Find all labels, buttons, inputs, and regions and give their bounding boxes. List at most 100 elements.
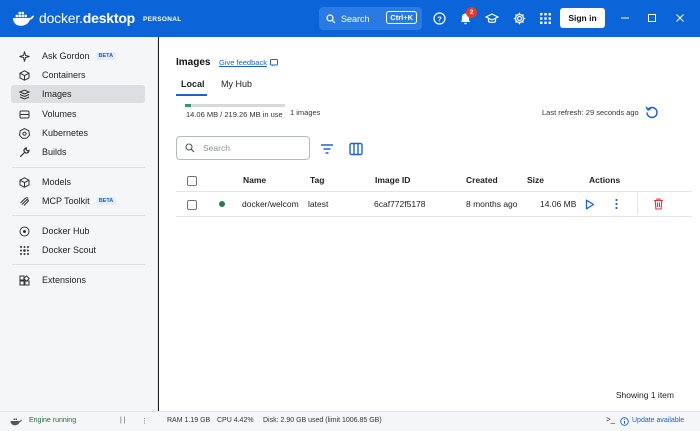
column-header-tag[interactable]: Tag <box>310 175 324 185</box>
models-icon <box>19 176 30 188</box>
more-options-icon[interactable] <box>611 198 622 210</box>
last-refresh-text: Last refresh: 29 seconds ago <box>542 108 639 117</box>
sidebar-item-containers[interactable]: Containers <box>11 66 145 84</box>
delete-trash-icon[interactable] <box>653 198 664 210</box>
svg-text:?: ? <box>437 14 442 23</box>
docker-whale-status-icon <box>10 418 22 426</box>
title-bar: docker.desktop PERSONAL Search Ctrl+K ? … <box>0 0 700 37</box>
brand-name: docker.desktop <box>39 10 136 26</box>
image-id: 6caf772f5178 <box>374 199 426 209</box>
sidebar-item-volumes[interactable]: Volumes <box>11 105 145 123</box>
sidebar-divider <box>12 264 145 265</box>
volumes-icon <box>19 110 30 118</box>
sparkle-icon <box>19 50 30 62</box>
image-created: 8 months ago <box>466 199 518 209</box>
column-header-size[interactable]: Size <box>527 175 544 185</box>
cpu-usage: CPU 4.42% <box>217 417 254 424</box>
actions-separator <box>637 192 638 214</box>
ram-usage: RAM 1.19 GB <box>167 417 211 424</box>
sign-in-button[interactable]: Sign in <box>560 8 605 28</box>
help-icon[interactable]: ? <box>431 10 447 26</box>
sidebar-divider <box>12 215 145 216</box>
tab-my-hub[interactable]: My Hub <box>221 79 252 89</box>
docker-whale-icon <box>12 11 34 26</box>
learning-center-icon[interactable] <box>484 10 500 26</box>
scout-icon <box>20 245 29 255</box>
search-label: Search <box>341 13 370 24</box>
column-header-name[interactable]: Name <box>243 175 266 185</box>
image-name[interactable]: docker/welcom <box>242 199 299 209</box>
main-panel: Images Give feedback Local My Hub 14.06 … <box>159 37 700 411</box>
plan-label: PERSONAL <box>143 15 182 23</box>
minimize-icon[interactable] <box>619 12 631 24</box>
sidebar-item-models[interactable]: Models <box>11 173 145 191</box>
more-vert-icon[interactable]: ⋮ <box>141 417 148 425</box>
search-icon <box>185 143 195 153</box>
maximize-icon[interactable] <box>646 12 658 24</box>
in-use-status-dot <box>219 201 225 207</box>
search-shortcut: Ctrl+K <box>386 11 417 24</box>
apps-grid-icon[interactable] <box>537 10 553 26</box>
sidebar-item-ask-gordon[interactable]: Ask Gordon BETA <box>11 47 145 65</box>
kubernetes-icon <box>19 127 30 139</box>
images-icon <box>19 88 30 100</box>
sidebar-item-mcp-toolkit[interactable]: MCP Toolkit BETA <box>11 192 145 210</box>
status-bar: Engine running | | ⋮ RAM 1.19 GB CPU 4.4… <box>0 411 700 431</box>
table-header-divider <box>176 191 692 192</box>
engine-status[interactable]: Engine running <box>29 417 76 424</box>
image-count: 1 images <box>290 108 321 117</box>
sidebar-divider <box>12 167 145 168</box>
filter-icon[interactable] <box>320 142 334 156</box>
row-checkbox[interactable] <box>187 200 197 210</box>
settings-gear-icon[interactable] <box>511 10 527 26</box>
active-tab-indicator <box>176 94 207 96</box>
sidebar-item-docker-hub[interactable]: Docker Hub <box>11 222 145 240</box>
tab-local[interactable]: Local <box>181 79 205 89</box>
give-feedback-link[interactable]: Give feedback <box>219 58 278 67</box>
terminal-icon[interactable]: >_ <box>606 415 615 424</box>
sidebar-item-label: Extensions <box>42 275 87 285</box>
close-icon[interactable] <box>674 12 686 24</box>
disk-usage-text: 14.06 MB / 219.26 MB in use <box>186 110 283 119</box>
select-all-checkbox[interactable] <box>187 176 197 186</box>
sidebar-item-kubernetes[interactable]: Kubernetes <box>11 124 145 142</box>
global-search-button[interactable]: Search Ctrl+K <box>319 7 422 30</box>
column-header-image-id[interactable]: Image ID <box>375 175 410 185</box>
table-row-divider <box>176 216 692 217</box>
sidebar-item-label: MCP Toolkit <box>42 196 90 206</box>
hub-icon <box>19 226 30 236</box>
pause-icon[interactable]: | | <box>120 417 126 424</box>
sidebar-item-label: Containers <box>42 70 86 80</box>
mcp-icon <box>20 196 29 206</box>
search-icon <box>326 13 336 23</box>
feedback-icon <box>269 58 278 66</box>
notification-count-badge: 2 <box>466 7 477 18</box>
columns-icon[interactable] <box>349 142 363 156</box>
sidebar: Ask Gordon BETA Containers Images Volume… <box>0 37 158 411</box>
disk-usage-bar <box>185 104 285 107</box>
sidebar-item-builds[interactable]: Builds <box>11 143 145 161</box>
sidebar-item-label: Volumes <box>42 109 77 119</box>
sidebar-item-label: Builds <box>42 147 67 157</box>
containers-icon <box>19 69 30 81</box>
column-header-actions: Actions <box>589 175 621 185</box>
extensions-icon <box>19 274 30 285</box>
sidebar-item-label: Docker Scout <box>42 245 97 255</box>
showing-count: Showing 1 item <box>615 390 674 400</box>
image-size: 14.06 MB <box>540 199 577 209</box>
column-header-created[interactable]: Created <box>466 175 498 185</box>
sidebar-item-label: Models <box>42 177 72 187</box>
update-available-link[interactable]: Update available <box>632 417 684 424</box>
sidebar-item-docker-scout[interactable]: Docker Scout <box>11 241 145 259</box>
sidebar-item-extensions[interactable]: Extensions <box>11 271 145 289</box>
refresh-icon[interactable] <box>645 105 659 119</box>
image-tag: latest <box>308 199 329 209</box>
sidebar-item-images[interactable]: Images <box>11 85 145 103</box>
search-placeholder: Search <box>203 143 230 153</box>
image-search-input[interactable]: Search <box>176 136 310 160</box>
run-play-icon[interactable] <box>584 199 595 210</box>
sidebar-item-label: Kubernetes <box>42 128 89 138</box>
sidebar-item-label: Ask Gordon <box>42 51 90 61</box>
sidebar-item-label: Images <box>42 89 72 99</box>
disk-usage: Disk: 2.90 GB used (limit 1006.85 GB) <box>263 417 382 424</box>
